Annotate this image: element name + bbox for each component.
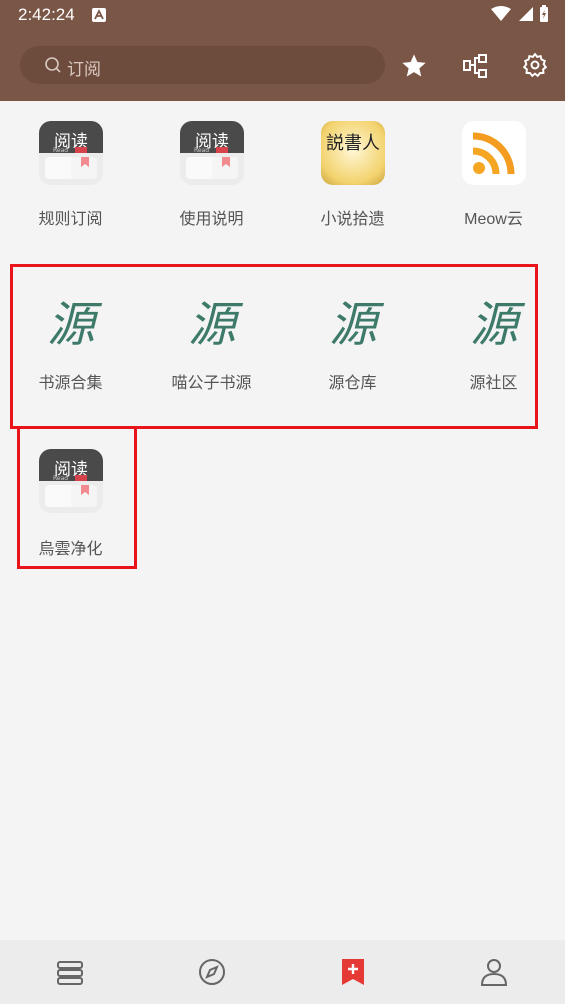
yuedu-app-icon: 阅读 Read <box>39 121 103 185</box>
logo-title: 阅读 <box>54 132 88 152</box>
source-label: Meow云 <box>464 211 523 228</box>
bottom-navigation <box>0 940 565 1004</box>
status-bar: 2:42:24 <box>0 0 565 32</box>
highlight-box <box>10 264 538 429</box>
logo-title: 阅读 <box>195 132 229 152</box>
wifi-icon <box>491 6 511 26</box>
logo-page <box>45 157 71 179</box>
highlight-box <box>17 426 137 569</box>
compass-icon[interactable] <box>196 956 228 988</box>
logo-badge <box>75 147 87 153</box>
source-item[interactable]: Meow云 <box>423 101 564 241</box>
logo-sub: Read <box>53 147 69 154</box>
star-icon[interactable] <box>400 52 428 80</box>
logo-badge <box>216 147 228 153</box>
rss-icon <box>462 121 526 185</box>
bookshelf-icon[interactable] <box>54 956 86 988</box>
yuedu-app-icon: 阅读 Read <box>180 121 244 185</box>
source-label: 使用说明 <box>179 211 244 228</box>
storyteller-seal-icon: 説書人 <box>321 121 385 185</box>
person-icon[interactable] <box>478 956 510 988</box>
logo-sub: Read <box>194 147 210 154</box>
source-item[interactable]: 説書人 小说拾遗 <box>282 101 423 241</box>
app-bar: 2:42:24 订阅 <box>0 0 565 101</box>
source-label: 规则订阅 <box>38 211 103 228</box>
logo-text: 説書人 <box>326 133 380 154</box>
source-item[interactable]: 阅读 Read 规则订阅 <box>0 101 141 241</box>
source-item[interactable]: 阅读 Read 使用说明 <box>141 101 282 241</box>
gear-icon[interactable] <box>522 52 550 80</box>
source-label: 小说拾遗 <box>320 211 385 228</box>
bookmark-plus-icon[interactable] <box>337 956 369 988</box>
status-time: 2:42:24 <box>18 5 75 24</box>
notification-a-icon <box>92 8 106 22</box>
signal-icon <box>517 6 533 26</box>
battery-icon <box>539 5 549 27</box>
search-icon <box>44 56 62 74</box>
search-input[interactable]: 订阅 <box>20 46 385 84</box>
search-placeholder: 订阅 <box>67 60 101 80</box>
logo-page <box>186 157 212 179</box>
group-flow-icon[interactable] <box>461 52 489 80</box>
